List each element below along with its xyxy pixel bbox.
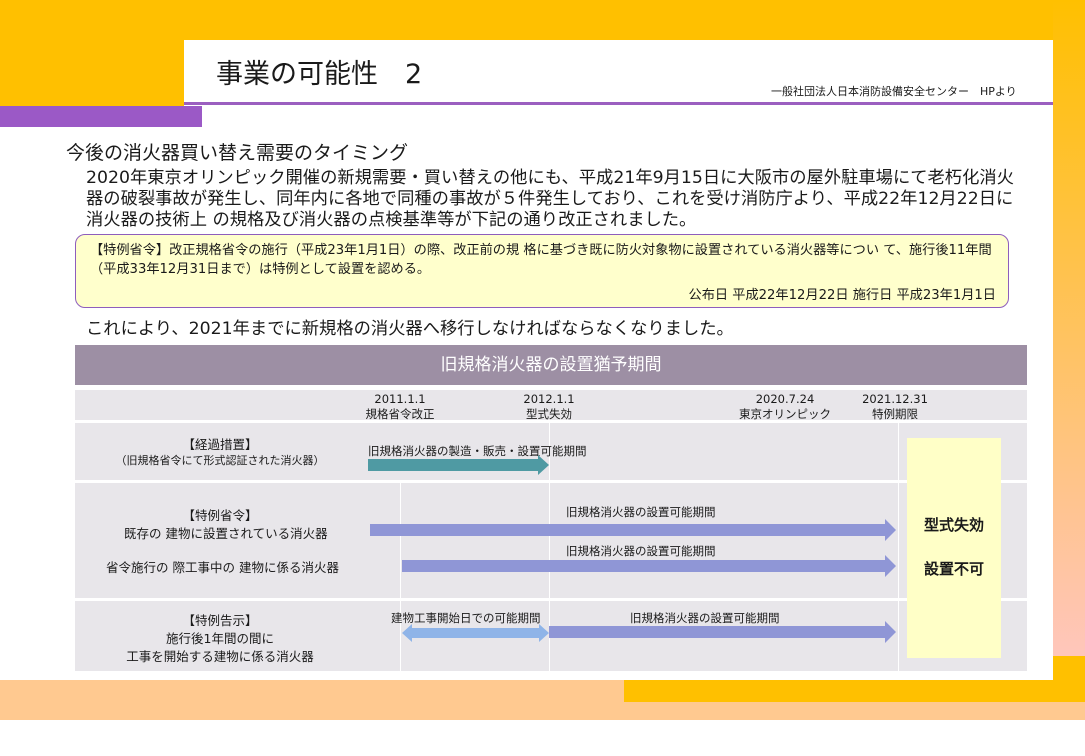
transition-arrow bbox=[368, 455, 549, 475]
result-box bbox=[907, 438, 1001, 658]
result-not-installable: 設置不可 bbox=[923, 560, 984, 578]
result-expired: 型式失効 bbox=[923, 516, 984, 534]
notice-arrow-2 bbox=[549, 621, 896, 643]
special-arrow-2 bbox=[402, 555, 896, 577]
special-arrow-1 bbox=[370, 519, 896, 541]
notice-arrow-1 bbox=[402, 624, 549, 642]
